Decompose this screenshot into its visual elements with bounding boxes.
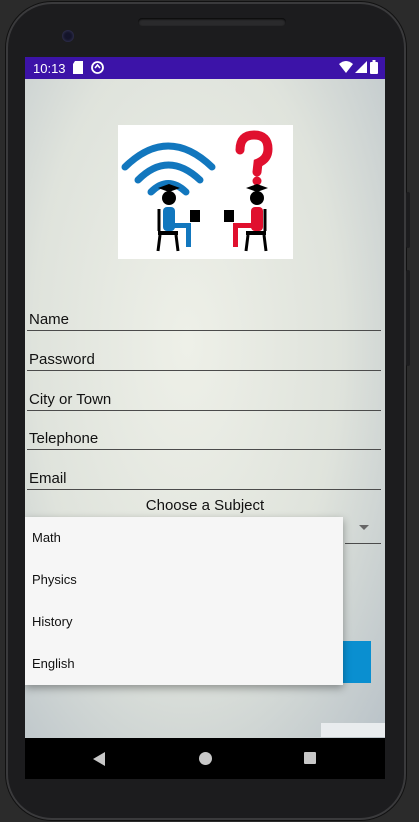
wifi-icon bbox=[339, 61, 353, 73]
password-input-hint: Password bbox=[29, 351, 95, 368]
subject-label: Choose a Subject bbox=[145, 497, 265, 514]
subject-spinner-underline bbox=[345, 543, 381, 544]
chevron-down-icon[interactable] bbox=[359, 525, 369, 530]
system-navigation-bar bbox=[25, 738, 385, 779]
ide-editor-gutter-right bbox=[409, 0, 419, 822]
city-input-hint: City or Town bbox=[29, 391, 112, 408]
front-camera bbox=[62, 30, 74, 42]
name-input-hint: Name bbox=[29, 311, 70, 328]
home-icon[interactable] bbox=[199, 752, 212, 765]
status-time: 10:13 bbox=[33, 61, 66, 76]
status-bar: 10:13 bbox=[25, 57, 385, 79]
email-input-hint: Email bbox=[29, 470, 67, 487]
power-button[interactable] bbox=[406, 192, 410, 248]
email-input[interactable]: Email bbox=[27, 461, 381, 490]
background-watermark bbox=[321, 723, 385, 737]
city-input[interactable]: City or Town bbox=[27, 382, 381, 411]
subject-option-english[interactable]: English bbox=[25, 643, 343, 685]
app-logo bbox=[118, 125, 293, 259]
sync-icon bbox=[91, 61, 104, 74]
device-screen: 10:13 Name Password City or Town Telepho… bbox=[25, 57, 385, 779]
recents-icon[interactable] bbox=[304, 752, 316, 764]
subject-dropdown-menu: Math Physics History English bbox=[25, 517, 343, 685]
subject-option-history[interactable]: History bbox=[25, 601, 343, 643]
password-input[interactable]: Password bbox=[27, 342, 381, 371]
subject-option-math[interactable]: Math bbox=[25, 517, 343, 559]
signal-icon bbox=[355, 61, 367, 73]
volume-button[interactable] bbox=[406, 270, 410, 366]
students-wifi-question-illustration bbox=[121, 130, 273, 252]
name-input[interactable]: Name bbox=[27, 302, 381, 331]
back-icon[interactable] bbox=[93, 752, 105, 766]
battery-icon bbox=[370, 60, 378, 74]
telephone-input-hint: Telephone bbox=[29, 430, 99, 447]
telephone-input[interactable]: Telephone bbox=[27, 421, 381, 450]
sd-card-icon bbox=[73, 61, 83, 74]
earpiece-speaker bbox=[138, 18, 286, 26]
registration-screen: Name Password City or Town Telephone Ema… bbox=[25, 79, 385, 738]
subject-option-physics[interactable]: Physics bbox=[25, 559, 343, 601]
